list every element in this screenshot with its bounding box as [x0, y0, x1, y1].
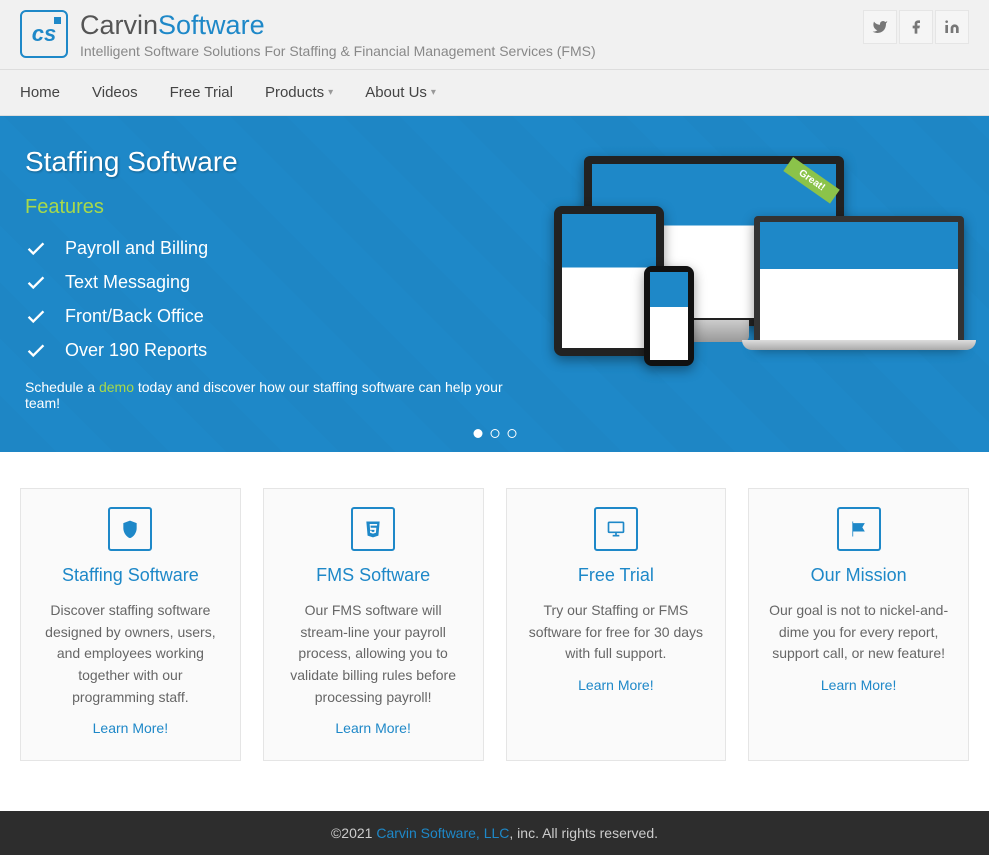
slider-dots [473, 429, 516, 438]
card-title: FMS Software [280, 565, 467, 586]
check-icon [25, 339, 47, 361]
check-icon [25, 271, 47, 293]
learn-more-link[interactable]: Learn More! [93, 720, 168, 736]
facebook-icon[interactable] [899, 10, 933, 44]
demo-link[interactable]: demo [99, 379, 134, 395]
logo-icon: cs [20, 10, 68, 58]
card-body: Try our Staffing or FMS software for fre… [523, 600, 710, 665]
card-trial: Free Trial Try our Staffing or FMS softw… [506, 488, 727, 761]
card-body: Our FMS software will stream-line your p… [280, 600, 467, 708]
site-tagline: Intelligent Software Solutions For Staff… [80, 43, 596, 59]
check-icon [25, 237, 47, 259]
feature-item: Over 190 Reports [25, 339, 505, 361]
nav-videos[interactable]: Videos [92, 70, 138, 115]
feature-item: Text Messaging [25, 271, 505, 293]
check-icon [25, 305, 47, 327]
card-body: Discover staffing software designed by o… [37, 600, 224, 708]
learn-more-link[interactable]: Learn More! [821, 677, 896, 693]
nav-free-trial[interactable]: Free Trial [170, 70, 233, 115]
main-nav: Home Videos Free Trial Products▾ About U… [0, 70, 989, 116]
card-staffing: Staffing Software Discover staffing soft… [20, 488, 241, 761]
brand: cs CarvinSoftware Intelligent Software S… [20, 10, 596, 59]
card-fms: FMS Software Our FMS software will strea… [263, 488, 484, 761]
nav-home[interactable]: Home [20, 70, 60, 115]
footer-company-link[interactable]: Carvin Software, LLC [376, 825, 509, 841]
flag-icon [837, 507, 881, 551]
social-links [863, 10, 969, 44]
css-icon [351, 507, 395, 551]
card-mission: Our Mission Our goal is not to nickel-an… [748, 488, 969, 761]
card-title: Free Trial [523, 565, 710, 586]
shield-icon [108, 507, 152, 551]
site-title: CarvinSoftware [80, 10, 596, 41]
chevron-down-icon: ▾ [328, 87, 333, 98]
monitor-icon [594, 507, 638, 551]
hero-subtitle: Features [25, 196, 505, 219]
learn-more-link[interactable]: Learn More! [578, 677, 653, 693]
twitter-icon[interactable] [863, 10, 897, 44]
hero-title: Staffing Software [25, 146, 505, 178]
feature-item: Front/Back Office [25, 305, 505, 327]
header-bar: cs CarvinSoftware Intelligent Software S… [0, 0, 989, 70]
feature-cards: Staffing Software Discover staffing soft… [0, 452, 989, 811]
card-body: Our goal is not to nickel-and-dime you f… [765, 600, 952, 665]
card-title: Staffing Software [37, 565, 224, 586]
nav-about-us[interactable]: About Us▾ [365, 70, 436, 115]
card-title: Our Mission [765, 565, 952, 586]
slider-dot-1[interactable] [473, 429, 482, 438]
chevron-down-icon: ▾ [431, 87, 436, 98]
laptop-mockup [754, 216, 964, 346]
learn-more-link[interactable]: Learn More! [335, 720, 410, 736]
feature-item: Payroll and Billing [25, 237, 505, 259]
footer: ©2021 Carvin Software, LLC, inc. All rig… [0, 811, 989, 855]
slider-dot-3[interactable] [507, 429, 516, 438]
hero-slider: Staffing Software Features Payroll and B… [0, 116, 989, 452]
nav-products[interactable]: Products▾ [265, 70, 333, 115]
phone-mockup [644, 266, 694, 366]
hero-cta: Schedule a demo today and discover how o… [25, 379, 505, 411]
device-mockups: Great! [524, 156, 964, 406]
slider-dot-2[interactable] [490, 429, 499, 438]
linkedin-icon[interactable] [935, 10, 969, 44]
